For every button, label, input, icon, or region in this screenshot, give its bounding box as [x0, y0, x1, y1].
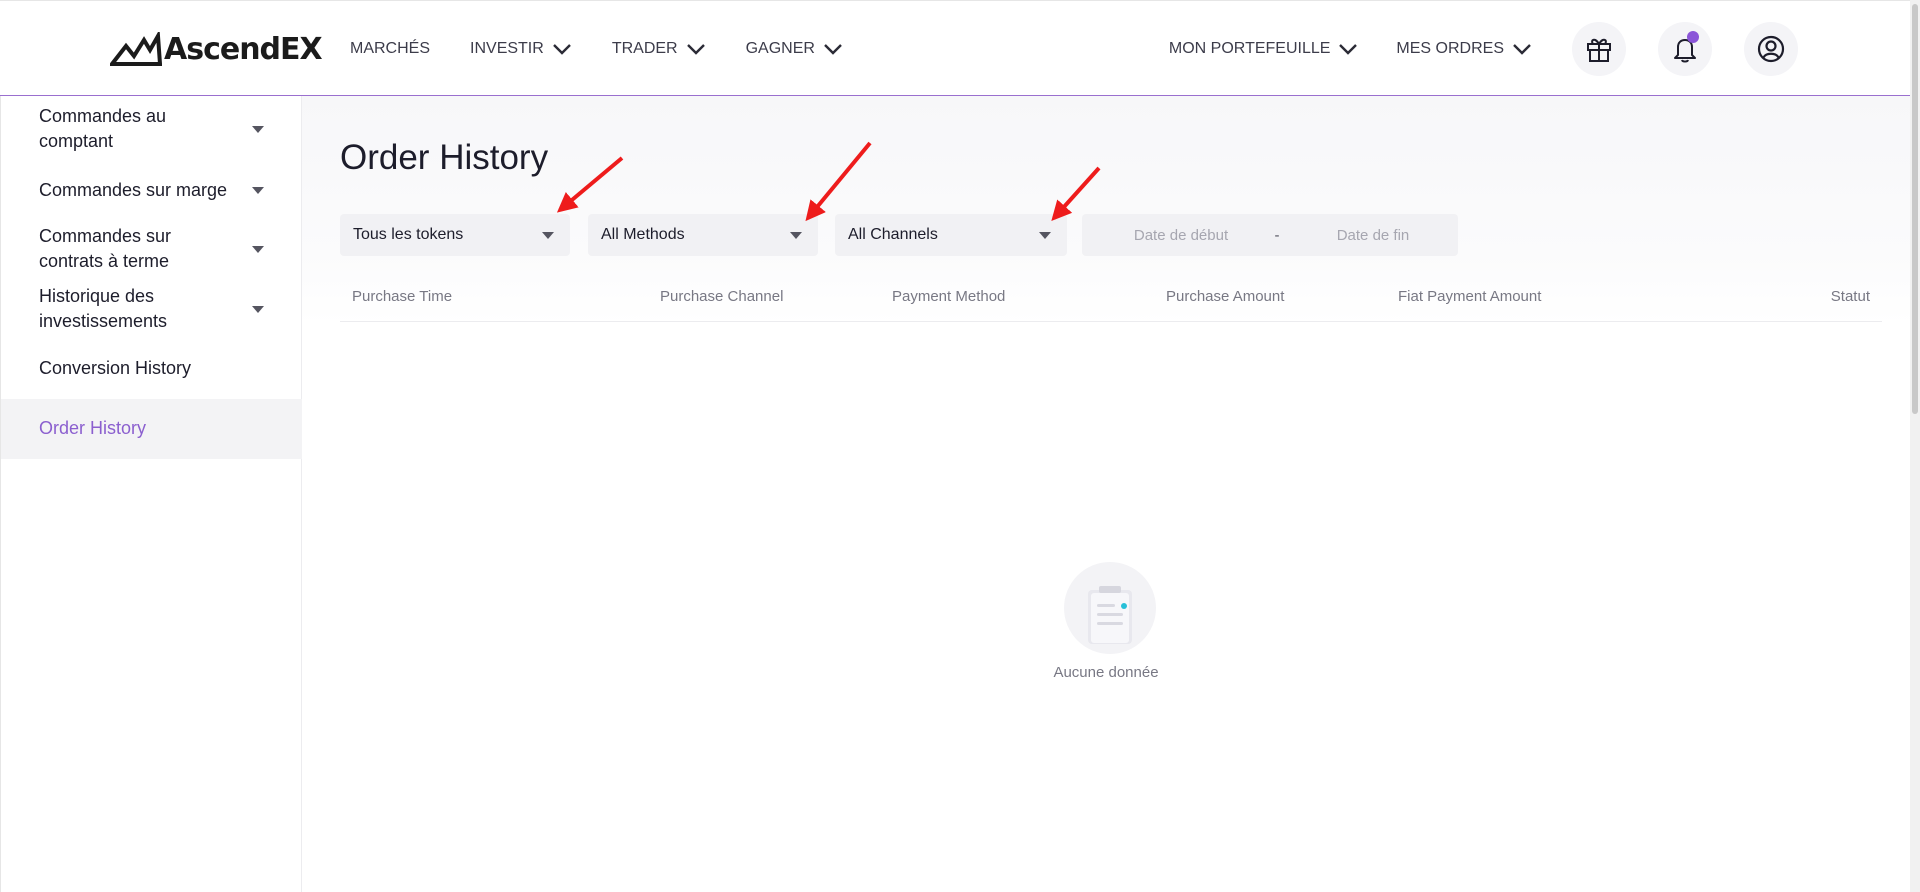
empty-clipboard-icon	[1088, 586, 1132, 644]
nav-markets[interactable]: MARCHÉS	[350, 40, 430, 58]
nav-invest-label: INVESTIR	[470, 40, 544, 57]
ascendex-logo-icon	[110, 32, 162, 66]
ascendex-logo[interactable]: AscendEX	[110, 31, 323, 67]
empty-state-icon	[1064, 562, 1156, 654]
primary-nav: MARCHÉS INVESTIR TRADER GAGNER	[350, 1, 883, 97]
nav-trade-label: TRADER	[611, 40, 678, 57]
main-content: Order History Tous les tokens All Method…	[302, 96, 1910, 892]
payment-method-filter-select[interactable]: All Methods	[588, 214, 818, 256]
caret-down-icon	[790, 232, 802, 239]
nav-invest[interactable]: INVESTIR	[470, 40, 572, 58]
sidebar-item-futures-orders[interactable]: Commandes sur contrats à terme	[1, 224, 302, 276]
sidebar-item-margin-orders[interactable]: Commandes sur marge	[1, 178, 302, 204]
nav-earn-label: GAGNER	[745, 40, 815, 57]
sidebar-item-label: Commandes sur marge	[39, 180, 228, 200]
chevron-down-icon	[1513, 44, 1531, 55]
chevron-down-icon	[686, 44, 705, 55]
rewards-button[interactable]	[1572, 22, 1626, 76]
sidebar-item-spot-orders[interactable]: Commandes au comptant	[1, 104, 302, 156]
caret-down-icon	[542, 232, 554, 239]
column-header-purchase-time: Purchase Time	[352, 288, 453, 305]
notification-dot	[1687, 31, 1699, 43]
caret-down-icon	[252, 306, 264, 313]
caret-down-icon	[252, 246, 264, 253]
column-header-purchase-channel: Purchase Channel	[660, 288, 784, 305]
chevron-down-icon	[552, 44, 571, 55]
scrollbar-thumb[interactable]	[1912, 4, 1918, 414]
caret-down-icon	[252, 126, 264, 133]
account-button[interactable]	[1744, 22, 1798, 76]
nav-earn[interactable]: GAGNER	[746, 40, 843, 58]
user-account-icon	[1757, 35, 1785, 63]
chevron-down-icon	[1339, 44, 1358, 55]
nav-markets-label: MARCHÉS	[350, 40, 431, 57]
caret-down-icon	[252, 187, 264, 194]
end-date-input[interactable]	[1288, 226, 1458, 244]
sidebar-item-label: Historique des investissements	[39, 286, 168, 331]
column-header-purchase-amount: Purchase Amount	[1166, 288, 1285, 305]
nav-wallet[interactable]: MON PORTEFEUILLE	[1169, 40, 1359, 58]
token-filter-select[interactable]: Tous les tokens	[340, 214, 570, 256]
sidebar: Commandes au comptant Commandes sur marg…	[0, 96, 302, 892]
order-table-header: Purchase Time Purchase Channel Payment M…	[340, 270, 1882, 322]
page-scrollbar[interactable]	[1910, 0, 1920, 892]
column-header-fiat-payment-amount: Fiat Payment Amount	[1398, 288, 1542, 305]
channel-filter-select[interactable]: All Channels	[835, 214, 1067, 256]
sidebar-item-investment-history[interactable]: Historique des investissements	[1, 284, 302, 336]
sidebar-item-label: Commandes au comptant	[39, 106, 167, 151]
chevron-down-icon	[824, 44, 842, 55]
column-header-status: Statut	[1830, 288, 1870, 305]
gift-icon	[1587, 38, 1611, 62]
account-nav: MON PORTEFEUILLE MES ORDRES	[1169, 1, 1798, 97]
sidebar-item-order-history[interactable]: Order History	[1, 399, 302, 459]
sidebar-item-label: Order History	[39, 418, 147, 438]
top-navigation-bar: AscendEX MARCHÉS INVESTIR TRADER GAGNER …	[0, 0, 1910, 96]
caret-down-icon	[1039, 232, 1051, 239]
nav-orders-label: MES ORDRES	[1396, 40, 1504, 57]
empty-state-text: Aucune donnée	[1053, 664, 1159, 681]
sidebar-item-label: Conversion History	[39, 358, 192, 378]
column-header-payment-method: Payment Method	[892, 288, 1006, 305]
start-date-input[interactable]	[1096, 226, 1266, 244]
notifications-button[interactable]	[1658, 22, 1712, 76]
page-title: Order History	[340, 138, 549, 177]
sidebar-item-label: Commandes sur contrats à terme	[39, 226, 172, 271]
brand-name: AscendEX	[164, 31, 323, 67]
nav-trade[interactable]: TRADER	[612, 40, 706, 58]
token-filter-value: Tous les tokens	[353, 226, 464, 243]
nav-orders[interactable]: MES ORDRES	[1396, 40, 1532, 58]
date-range-separator: -	[1274, 226, 1280, 244]
nav-wallet-label: MON PORTEFEUILLE	[1168, 40, 1331, 57]
sidebar-item-conversion-history[interactable]: Conversion History	[1, 356, 302, 382]
payment-method-filter-value: All Methods	[601, 226, 685, 243]
date-range-picker: -	[1082, 214, 1458, 256]
channel-filter-value: All Channels	[848, 226, 938, 243]
